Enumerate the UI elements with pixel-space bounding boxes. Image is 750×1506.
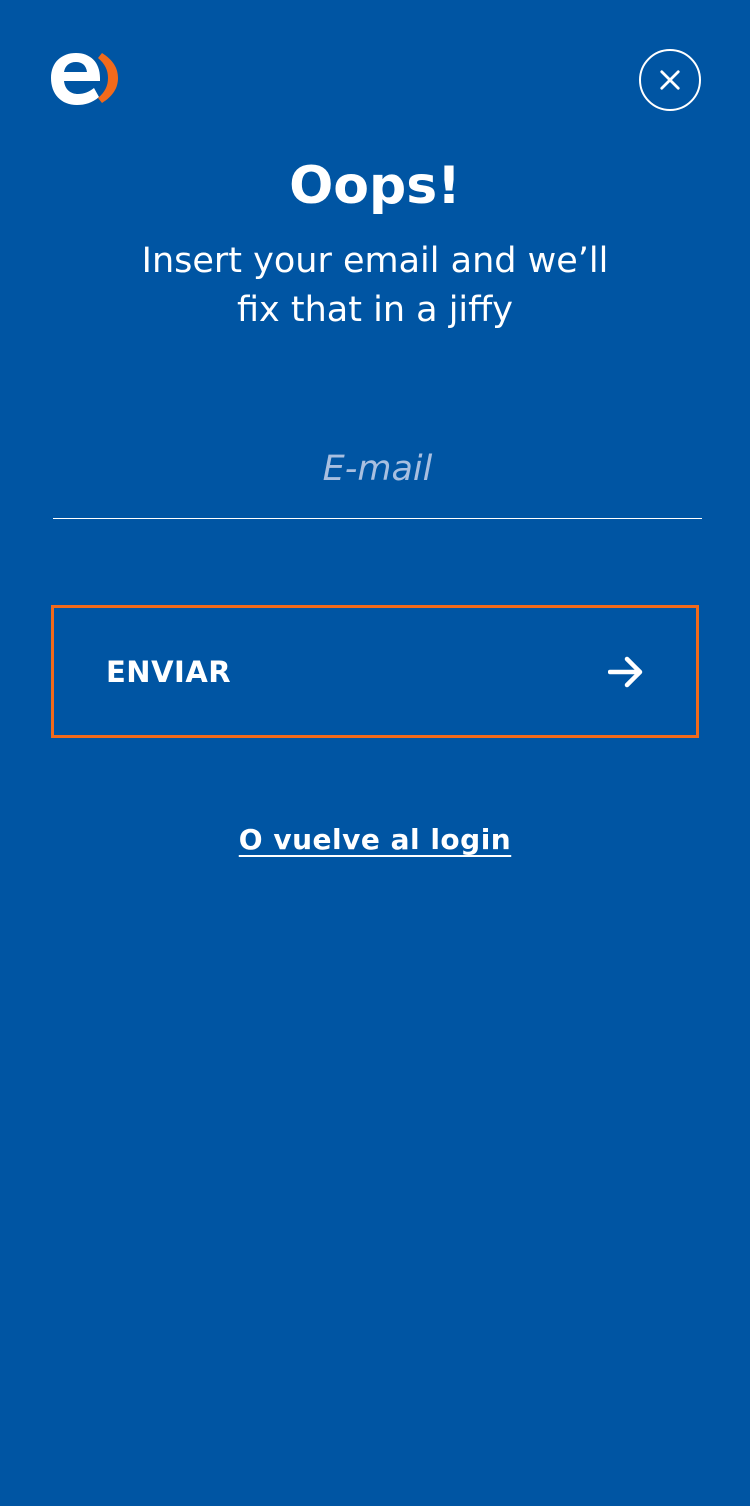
page-title: Oops! [289,156,461,216]
brand-logo-icon [51,53,118,105]
back-to-login-link[interactable]: O vuelve al login [239,823,511,856]
email-field[interactable] [53,420,702,519]
brand-logo [48,50,122,106]
back-to-login-container: O vuelve al login [0,818,750,862]
close-icon [660,70,680,90]
arrow-right-icon [608,656,643,687]
send-button-label: ENVIAR [106,654,232,689]
close-button[interactable] [639,49,701,111]
page-subtitle: Insert your email and we’ll fix that in … [141,241,609,330]
send-button[interactable]: ENVIAR [51,605,699,738]
